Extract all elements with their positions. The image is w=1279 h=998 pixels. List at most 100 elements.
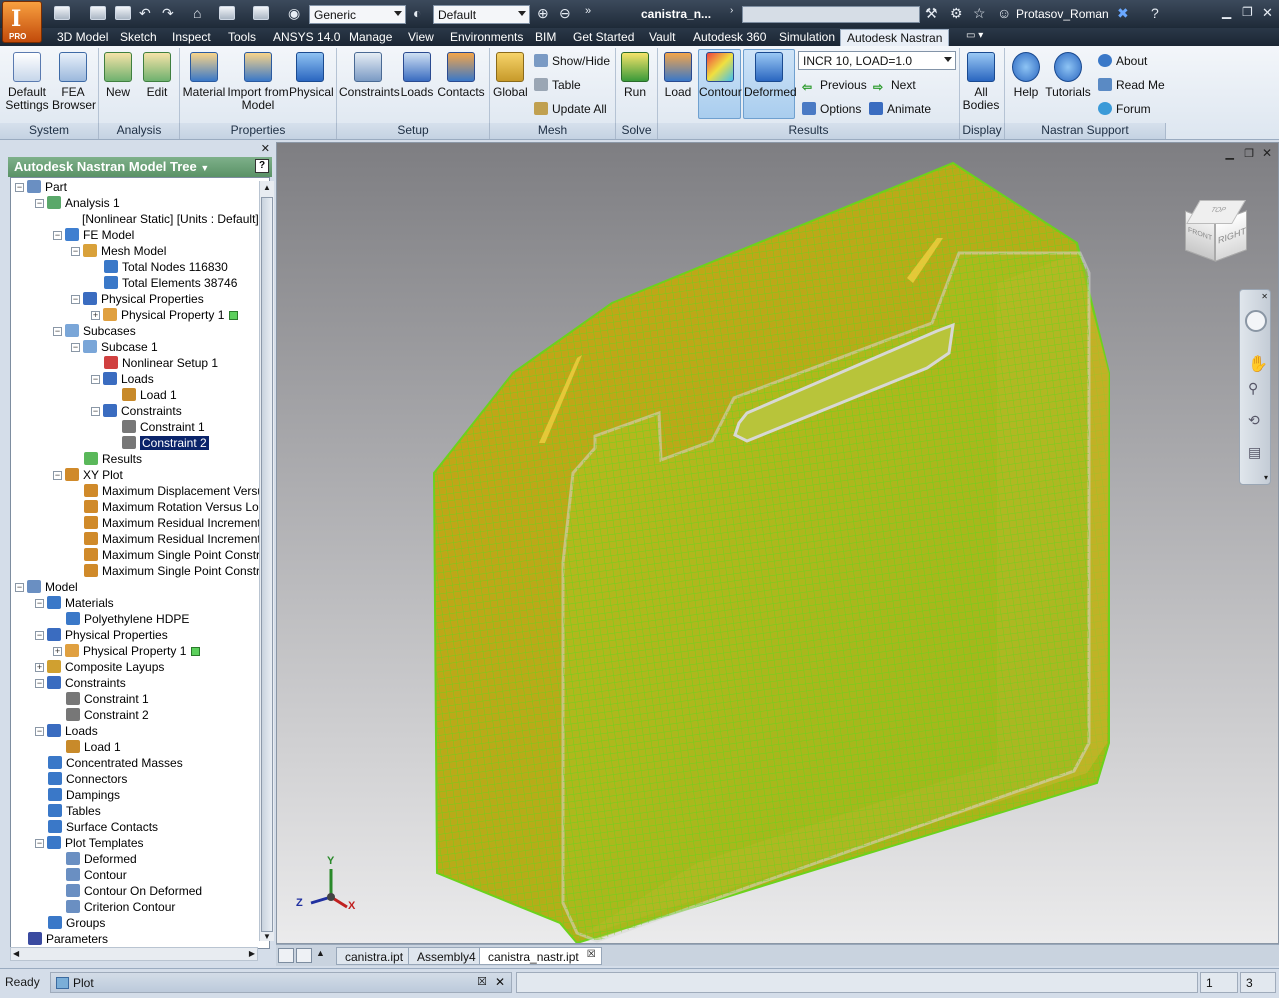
tree-item[interactable]: Nonlinear Setup 1 xyxy=(91,356,218,372)
tree-item[interactable]: − XY Plot xyxy=(53,468,123,484)
collapse-toggle-icon[interactable]: − xyxy=(35,679,44,688)
navbar-close-icon[interactable]: ✕ xyxy=(1261,292,1268,301)
steering-wheel-icon[interactable] xyxy=(1245,310,1267,332)
tutorials-button[interactable]: Tutorials xyxy=(1045,50,1091,99)
model-tree-header[interactable]: Autodesk Nastran Model Tree ▼ ? xyxy=(8,157,272,177)
collapse-toggle-icon[interactable]: − xyxy=(35,727,44,736)
table-button[interactable]: Table xyxy=(534,78,581,92)
collapse-toggle-icon[interactable]: − xyxy=(71,247,80,256)
parameters-fx-icon[interactable]: ⊕ xyxy=(537,5,549,22)
appearance-combo[interactable]: Default xyxy=(433,5,530,24)
collapse-toggle-icon[interactable]: − xyxy=(35,199,44,208)
collapse-toggle-icon[interactable]: − xyxy=(53,231,62,240)
tree-item[interactable]: Results xyxy=(71,452,142,468)
tree-item[interactable]: − Materials xyxy=(35,596,114,612)
tab-sketch[interactable]: Sketch xyxy=(114,29,163,46)
contour-button[interactable]: Contour xyxy=(698,49,742,119)
tree-item[interactable]: + Physical Property 1 xyxy=(53,644,201,660)
scroll-right-icon[interactable]: ▶ xyxy=(249,949,255,958)
collapse-toggle-icon[interactable]: − xyxy=(53,471,62,480)
tree-item[interactable]: Constraint 2 xyxy=(53,708,149,724)
scroll-up-icon[interactable]: ▲ xyxy=(263,183,271,192)
load-results-button[interactable]: Load xyxy=(661,50,695,99)
tree-item[interactable]: − Model xyxy=(15,580,78,596)
home-icon[interactable]: ⌂ xyxy=(193,5,201,21)
more-icon[interactable]: » xyxy=(585,5,591,17)
global-mesh-button[interactable]: Global xyxy=(493,50,528,99)
restore-window-icon[interactable]: ❐ xyxy=(1242,5,1253,19)
tree-item[interactable]: − Loads xyxy=(91,372,154,388)
close-panel-icon[interactable]: ✕ xyxy=(261,142,270,155)
tree-item[interactable]: − Physical Properties xyxy=(35,628,168,644)
loads-button[interactable]: Loads xyxy=(399,50,435,99)
tab-manage[interactable]: Manage xyxy=(343,29,398,46)
tree-item[interactable]: − Subcase 1 xyxy=(71,340,158,356)
tree-item[interactable]: − Constraints xyxy=(91,404,182,420)
tree-item[interactable]: Criterion Contour xyxy=(53,900,175,916)
physical-button[interactable]: Physical xyxy=(289,50,334,99)
collapse-toggle-icon[interactable]: − xyxy=(91,375,100,384)
group-results[interactable]: Results xyxy=(658,123,960,139)
tree-item[interactable]: Load 1 xyxy=(53,740,121,756)
scroll-left-icon[interactable]: ◀ xyxy=(13,949,19,958)
tree-item[interactable]: Parameters xyxy=(15,932,108,948)
undo-icon[interactable]: ↶ xyxy=(139,5,151,22)
tree-item[interactable]: − Loads xyxy=(35,724,98,740)
tree-item[interactable]: − Analysis 1 xyxy=(35,196,120,212)
tab-bim[interactable]: BIM xyxy=(529,29,562,46)
tree-item[interactable]: − FE Model xyxy=(53,228,134,244)
tab-autodesk-nastran[interactable]: Autodesk Nastran xyxy=(840,29,950,46)
expand-toggle-icon[interactable]: + xyxy=(91,311,100,320)
tree-item[interactable]: Maximum Displacement Versus xyxy=(71,484,269,500)
collapse-toggle-icon[interactable]: − xyxy=(35,631,44,640)
tree-item[interactable]: Maximum Single Point Constrair xyxy=(71,548,269,564)
tree-help-button[interactable]: ? xyxy=(255,159,269,173)
pin-icon[interactable]: ☒ xyxy=(477,975,487,988)
tree-vertical-scrollbar[interactable]: ▲ ▼ xyxy=(259,181,274,941)
graphics-viewport[interactable]: ▁ ❐ ✕ FRONT RIGHT TOP ✕ ✋ ⚲ ⟲ ▤ ▾ Y X Z xyxy=(276,142,1279,944)
tree-item[interactable]: Deformed xyxy=(53,852,137,868)
tab-get-started[interactable]: Get Started xyxy=(567,29,640,46)
application-menu-button[interactable]: I PRO xyxy=(2,1,42,43)
tree-item[interactable]: Polyethylene HDPE xyxy=(53,612,189,628)
tree-item[interactable]: Tables xyxy=(35,804,101,820)
fe-mesh-model[interactable] xyxy=(277,143,1279,944)
tree-scroll-thumb[interactable] xyxy=(261,197,273,932)
tree-item[interactable]: Maximum Residual Incremental xyxy=(71,516,269,532)
contacts-button[interactable]: Contacts xyxy=(437,50,485,99)
edit-analysis-button[interactable]: Edit xyxy=(140,50,174,99)
cascade-windows-icon[interactable] xyxy=(278,948,294,963)
update-all-button[interactable]: Update All xyxy=(534,102,607,116)
tree-item[interactable]: Contour On Deformed xyxy=(53,884,202,900)
tree-item[interactable]: Total Nodes 116830 xyxy=(91,260,228,276)
tree-item[interactable]: − Constraints xyxy=(35,676,126,692)
tree-item[interactable]: − Mesh Model xyxy=(71,244,166,260)
pan-icon[interactable]: ✋ xyxy=(1248,354,1268,374)
collapse-toggle-icon[interactable]: − xyxy=(15,583,24,592)
select-icon[interactable] xyxy=(253,6,269,20)
scroll-down-icon[interactable]: ▼ xyxy=(263,932,271,941)
tree-item[interactable]: − Part xyxy=(15,180,67,196)
all-bodies-button[interactable]: All Bodies xyxy=(962,50,1000,112)
collapse-toggle-icon[interactable]: − xyxy=(71,295,80,304)
new-file-icon[interactable] xyxy=(54,6,70,20)
help-icon[interactable]: ? xyxy=(1151,5,1159,21)
collapse-toggle-icon[interactable]: − xyxy=(35,839,44,848)
tree-item[interactable]: [Nonlinear Static] [Units : Default] xyxy=(69,212,259,228)
navbar-options-icon[interactable]: ▾ xyxy=(1264,473,1268,482)
tree-item[interactable]: Maximum Single Point Constrair xyxy=(71,564,269,580)
tab-vault[interactable]: Vault xyxy=(643,29,681,46)
import-from-model-button[interactable]: Import from Model xyxy=(227,50,289,112)
group-nastran-support[interactable]: Nastran Support xyxy=(1005,123,1166,139)
tab-ansys[interactable]: ANSYS 14.0 xyxy=(267,29,346,46)
tree-item[interactable]: + Physical Property 1 xyxy=(91,308,239,324)
tree-item[interactable]: Surface Contacts xyxy=(35,820,158,836)
plot-panel-tab[interactable]: Plot ☒ ✕ xyxy=(50,972,512,993)
tree-item[interactable]: Connectors xyxy=(35,772,127,788)
minimize-window-icon[interactable]: ▁ xyxy=(1222,5,1231,19)
run-button[interactable]: Run xyxy=(619,50,651,99)
tree-item[interactable]: Constraint 1 xyxy=(53,692,149,708)
look-at-icon[interactable]: ▤ xyxy=(1248,444,1261,461)
view-cube[interactable]: FRONT RIGHT TOP xyxy=(1179,198,1249,268)
default-settings-button[interactable]: Default Settings xyxy=(4,50,50,112)
